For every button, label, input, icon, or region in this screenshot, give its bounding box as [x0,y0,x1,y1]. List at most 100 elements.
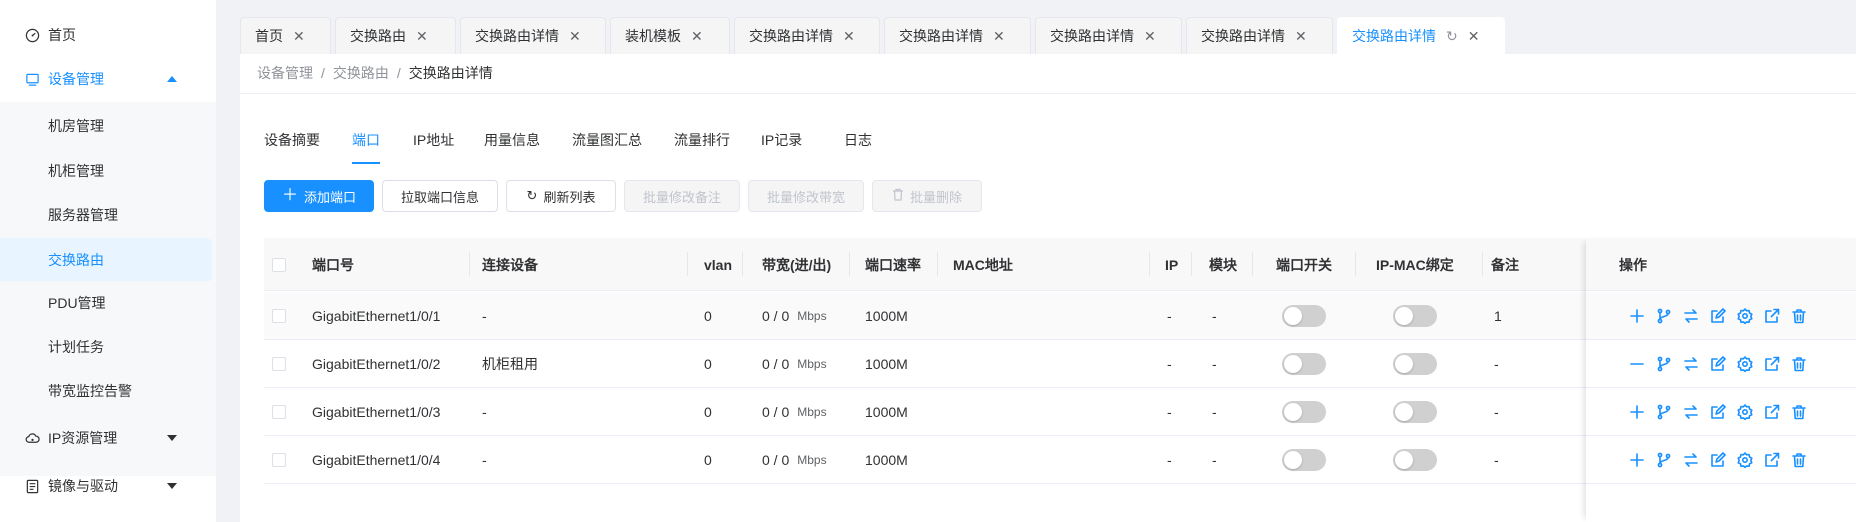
close-icon[interactable]: ✕ [1295,29,1307,43]
breadcrumb-item[interactable]: 交换路由 [333,63,389,83]
close-icon[interactable]: ✕ [843,29,855,43]
cell-port: GigabitEthernet1/0/2 [312,356,441,372]
branch-icon[interactable] [1655,307,1673,325]
close-icon[interactable]: ✕ [1144,29,1156,43]
cell-device: 机柜租用 [482,356,538,372]
sidebar-sub-item-cabinet[interactable]: 机柜管理 [0,149,216,193]
tab-switch-router[interactable]: 交换路由 ✕ [335,17,456,54]
swap-icon[interactable] [1682,451,1700,469]
close-icon[interactable]: ✕ [691,29,703,43]
close-icon[interactable]: ✕ [993,29,1005,43]
minus-icon[interactable] [1628,355,1646,373]
tab-switch-router-detail[interactable]: 交换路由详情 ✕ [884,17,1031,54]
page-tabs: 首页 ✕ 交换路由 ✕ 交换路由详情 ✕ 装机模板 ✕ 交换路由详情 ✕ 交换路由详情 ✕ … [216,10,1856,54]
tab-traffic-ranking[interactable]: 流量排行 [674,128,730,164]
sidebar-item-device-management[interactable]: 设备管理 [0,57,216,101]
tab-switch-router-detail[interactable]: 交换路由详情 ✕ [1186,17,1333,54]
port-switch-toggle[interactable] [1282,436,1326,484]
settings-icon[interactable] [1736,451,1754,469]
ipmac-bind-toggle[interactable] [1393,388,1437,436]
tab-switch-router-detail[interactable]: 交换路由详情 ✕ [460,17,606,54]
tab-ports[interactable]: 端口 [352,128,380,164]
plus-icon[interactable] [1628,307,1646,325]
ipmac-bind-toggle[interactable] [1393,292,1437,340]
branch-icon[interactable] [1655,451,1673,469]
tab-device-summary[interactable]: 设备摘要 [264,128,320,164]
external-link-icon[interactable] [1763,451,1781,469]
select-all-checkbox[interactable] [272,238,286,291]
pull-port-info-button[interactable]: 拉取端口信息 [382,180,498,212]
row-checkbox[interactable] [272,388,286,436]
trash-icon[interactable] [1790,451,1808,469]
close-icon[interactable]: ✕ [1468,29,1480,43]
port-switch-toggle[interactable] [1282,388,1326,436]
sidebar-item-home[interactable]: 首页 [0,13,216,57]
header-bandwidth: 带宽(进/出) [762,256,832,273]
row-checkbox[interactable] [272,292,286,340]
add-port-button[interactable]: ＋ 添加端口 [264,180,374,212]
sidebar-sub-item-bandwidth-alert[interactable]: 带宽监控告警 [0,369,216,413]
tab-logs[interactable]: 日志 [844,128,872,164]
settings-icon[interactable] [1736,307,1754,325]
sidebar-sub-item-pdu[interactable]: PDU管理 [0,281,216,325]
trash-icon[interactable] [1790,307,1808,325]
tab-switch-router-detail[interactable]: 交换路由详情 ✕ [734,17,880,54]
refresh-icon[interactable]: ↻ [1446,28,1458,45]
refresh-list-button[interactable]: ↻ 刷新列表 [506,180,616,212]
port-switch-toggle[interactable] [1282,340,1326,388]
swap-icon[interactable] [1682,355,1700,373]
add-port-label: 添加端口 [304,189,357,205]
row-checkbox[interactable] [272,436,286,484]
batch-edit-bandwidth-button[interactable]: 批量修改带宽 [748,180,864,212]
close-icon[interactable]: ✕ [569,29,581,43]
breadcrumb-item[interactable]: 设备管理 [257,63,313,83]
edit-icon[interactable] [1709,403,1727,421]
swap-icon[interactable] [1682,403,1700,421]
sidebar-sub-item-room[interactable]: 机房管理 [0,104,216,148]
row-checkbox[interactable] [272,340,286,388]
sidebar-item-images-drivers[interactable]: 镜像与驱动 [0,464,216,508]
plus-icon[interactable] [1628,403,1646,421]
sidebar-sub-item-server[interactable]: 服务器管理 [0,193,216,237]
branch-icon[interactable] [1655,355,1673,373]
external-link-icon[interactable] [1763,403,1781,421]
caret-down-icon [166,480,178,492]
trash-icon[interactable] [1790,403,1808,421]
edit-icon[interactable] [1709,451,1727,469]
port-switch-toggle[interactable] [1282,292,1326,340]
tab-install-template[interactable]: 装机模板 ✕ [610,17,730,54]
cell-remark: - [1494,404,1499,420]
settings-icon[interactable] [1736,355,1754,373]
breadcrumb-separator: / [321,65,325,81]
cell-vlan: 0 [704,452,712,468]
header-ip: IP [1165,256,1179,273]
sidebar-item-ip-resources[interactable]: IP资源管理 [0,416,216,460]
tab-ip-address[interactable]: IP地址 [413,128,454,164]
external-link-icon[interactable] [1763,307,1781,325]
tab-switch-router-detail-active[interactable]: 交换路由详情 ↻ ✕ [1337,17,1505,54]
settings-icon[interactable] [1736,403,1754,421]
batch-delete-button[interactable]: 批量删除 [872,180,982,212]
tab-usage-info[interactable]: 用量信息 [484,128,540,164]
close-icon[interactable]: ✕ [416,29,428,43]
trash-icon[interactable] [1790,355,1808,373]
tab-switch-router-detail[interactable]: 交换路由详情 ✕ [1035,17,1182,54]
tab-ip-records[interactable]: IP记录 [761,128,802,164]
tab-traffic-summary[interactable]: 流量图汇总 [572,128,642,164]
external-link-icon[interactable] [1763,355,1781,373]
plus-icon[interactable] [1628,451,1646,469]
sidebar-sub-item-scheduled-tasks[interactable]: 计划任务 [0,325,216,369]
column-divider [1252,252,1253,276]
edit-icon[interactable] [1709,307,1727,325]
edit-icon[interactable] [1709,355,1727,373]
branch-icon[interactable] [1655,403,1673,421]
close-icon[interactable]: ✕ [293,29,305,43]
ipmac-bind-toggle[interactable] [1393,340,1437,388]
batch-edit-remark-button[interactable]: 批量修改备注 [624,180,740,212]
swap-icon[interactable] [1682,307,1700,325]
header-speed: 端口速率 [865,256,921,273]
ipmac-bind-toggle[interactable] [1393,436,1437,484]
tab-home[interactable]: 首页 ✕ [240,17,331,54]
sidebar-sub-item-switch-router[interactable]: 交换路由 [0,238,212,282]
tab-label: 交换路由详情 [1201,28,1285,44]
